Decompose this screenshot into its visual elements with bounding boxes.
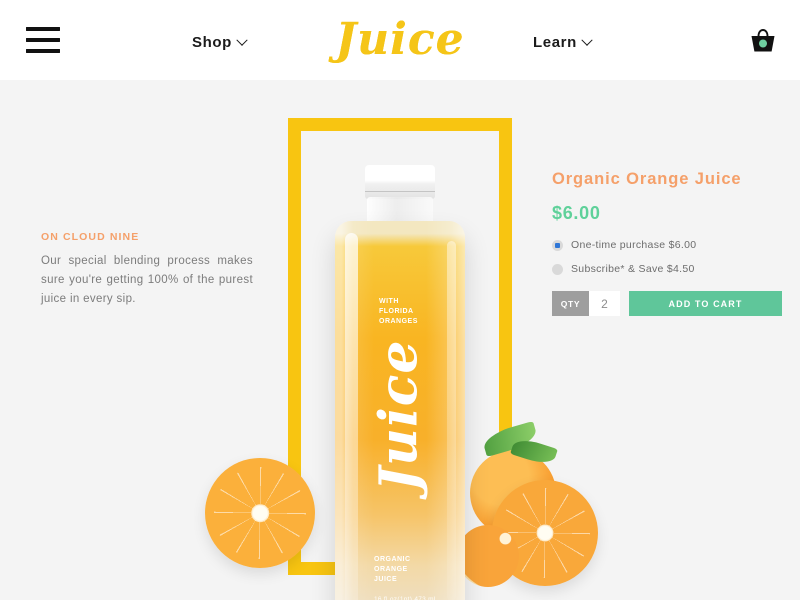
purchase-option-one-time-label: One-time purchase $6.00: [571, 239, 697, 251]
brand-logo[interactable]: Juice: [0, 14, 800, 66]
page-root: Shop Juice Learn ON CLOUD NINE Our speci…: [0, 0, 800, 600]
product-bottle-image: WITH FLORIDA ORANGES Juice ORGANIC ORANG…: [331, 85, 469, 600]
label-product-name: ORGANIC ORANGE JUICE: [374, 556, 411, 583]
orange-half-left: [205, 458, 315, 568]
product-info-panel: Organic Orange Juice $6.00 One-time purc…: [552, 170, 782, 316]
purchase-option-subscribe[interactable]: Subscribe* & Save $4.50: [552, 263, 782, 275]
purchase-option-one-time[interactable]: One-time purchase $6.00: [552, 239, 782, 251]
nav-item-learn[interactable]: Learn: [533, 34, 593, 51]
chevron-down-icon: [581, 34, 593, 46]
bottle-cap: [365, 165, 435, 199]
shopping-basket-icon[interactable]: [748, 27, 778, 55]
radio-unselected-icon[interactable]: [552, 263, 563, 275]
quantity-label[interactable]: QTY: [552, 291, 589, 316]
orange-core: [251, 504, 269, 522]
orange-core: [536, 524, 554, 542]
product-title: Organic Orange Juice: [552, 170, 742, 188]
label-script-juice: Juice: [368, 339, 430, 492]
hero-section: ON CLOUD NINE Our special blending proce…: [0, 80, 800, 600]
add-to-cart-button[interactable]: ADD TO CART: [629, 291, 782, 316]
copy-eyebrow: ON CLOUD NINE: [41, 231, 140, 243]
site-header: Shop Juice Learn: [0, 0, 800, 80]
copy-body: Our special blending process makes sure …: [41, 255, 253, 305]
hero-copy: ON CLOUD NINE Our special blending proce…: [41, 231, 253, 309]
radio-selected-icon[interactable]: [552, 239, 563, 251]
product-price: $6.00: [552, 203, 601, 223]
quantity-input[interactable]: 2: [589, 291, 620, 316]
purchase-controls: QTY 2 ADD TO CART: [552, 291, 782, 316]
label-volume: 16 fl oz(1pt) 473 ml: [374, 596, 436, 600]
purchase-option-subscribe-label: Subscribe* & Save $4.50: [571, 263, 695, 275]
nav-item-learn-label: Learn: [533, 34, 577, 51]
